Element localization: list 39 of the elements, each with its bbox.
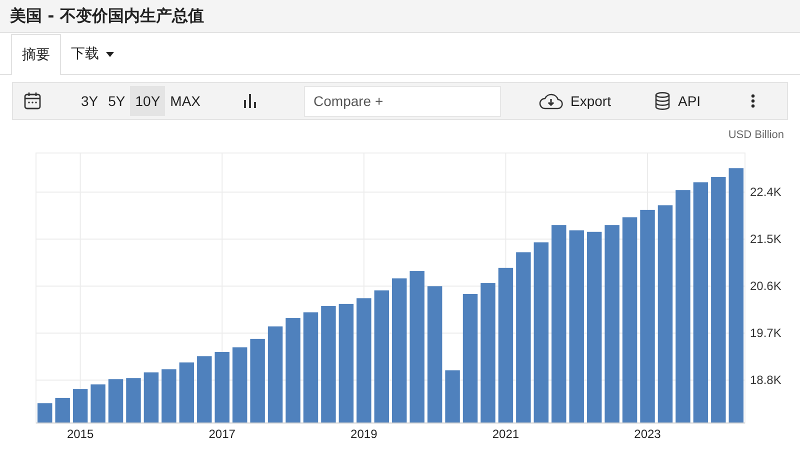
bar: [162, 369, 176, 423]
export-button[interactable]: Export: [536, 90, 613, 112]
compare-field[interactable]: Compare +: [304, 86, 501, 116]
axis-label: 2021: [492, 427, 520, 441]
bar: [197, 356, 212, 423]
bar: [179, 362, 194, 423]
unit-label: USD Billion: [728, 128, 784, 143]
bar: [108, 379, 124, 423]
page-title: 美国 - 不变价国内生产总值: [10, 5, 204, 27]
tab[interactable]: 下载: [61, 34, 124, 74]
calendar-icon[interactable]: [24, 92, 41, 110]
api-button[interactable]: API: [652, 90, 703, 112]
bar: [90, 384, 106, 423]
range-button[interactable]: 3Y: [76, 86, 104, 116]
cloud-download-icon: [538, 92, 563, 110]
bar: [445, 370, 460, 423]
more-options-icon[interactable]: [750, 94, 755, 108]
axis-label: 2015: [66, 427, 94, 441]
axis-label: 20.6K: [750, 279, 782, 294]
bar: [72, 389, 88, 423]
axis-label: 2019: [350, 427, 378, 441]
axis-label: 21.5K: [750, 232, 782, 246]
database-icon: [654, 92, 670, 110]
bar: [126, 378, 141, 423]
bar: [55, 398, 70, 423]
bar: [144, 372, 159, 423]
axis-label: 2023: [634, 427, 661, 441]
axis-label: 18.8K: [750, 373, 782, 388]
axis-label: 19.7K: [750, 326, 782, 340]
bar-chart-icon[interactable]: [244, 94, 257, 108]
range-button[interactable]: MAX: [165, 86, 206, 116]
axis-label: 22.4K: [750, 185, 782, 200]
bar: [38, 403, 52, 423]
range-button[interactable]: 5Y: [103, 86, 130, 116]
caret-icon: [106, 52, 114, 56]
axis-label: 2017: [208, 427, 236, 441]
range-button[interactable]: 10Y: [130, 86, 166, 116]
bar: [214, 352, 230, 423]
tab[interactable]: 摘要: [11, 34, 61, 75]
